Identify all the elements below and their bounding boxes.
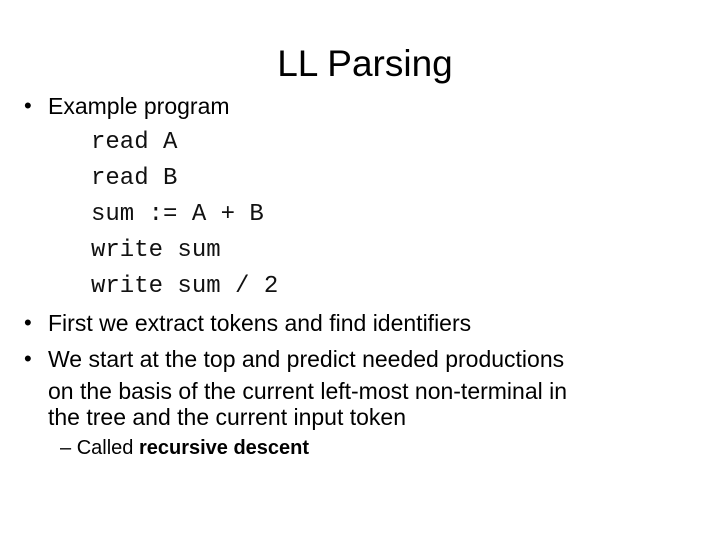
bullet-text: Example program: [48, 93, 230, 119]
bullet-marker: •: [24, 310, 32, 335]
sub-bullet-emphasis: recursive descent: [138, 437, 310, 459]
bullet-text: We start at the top and predict needed p…: [48, 346, 565, 372]
slide-title: LL Parsing: [277, 43, 453, 84]
code-line: sum := A + B: [91, 201, 264, 228]
bullet-text: First we extract tokens and find identif…: [48, 310, 472, 336]
sub-bullet-recursive-descent: – Called recursive descent: [60, 433, 309, 463]
bullet-continuation: the tree and the current input token: [48, 404, 407, 430]
sub-bullet-prefix: Called: [76, 437, 139, 459]
code-line: write sum: [91, 237, 221, 264]
sub-bullet-marker: –: [60, 437, 72, 459]
bullet-marker: •: [24, 346, 32, 371]
code-line: write sum / 2: [91, 273, 279, 300]
code-line: read B: [91, 165, 178, 192]
code-line: read A: [91, 129, 178, 156]
bullet-marker: •: [24, 93, 32, 118]
